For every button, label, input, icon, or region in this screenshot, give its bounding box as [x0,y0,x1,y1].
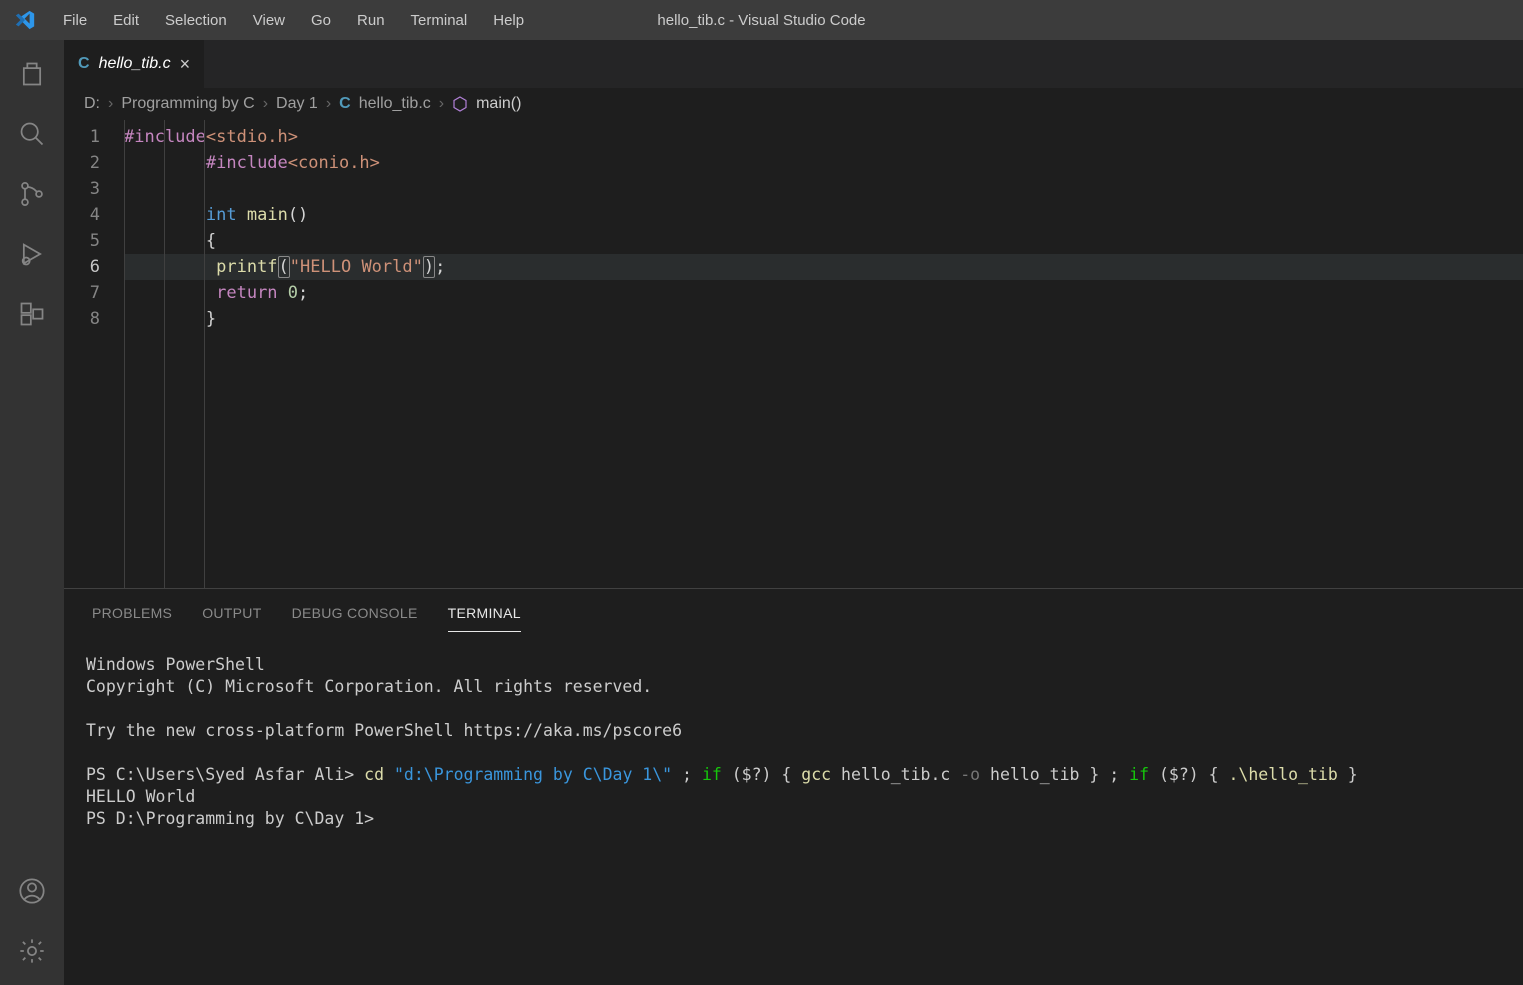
run-debug-icon[interactable] [16,238,48,270]
window-title: hello_tib.c - Visual Studio Code [657,12,865,29]
line-number: 8 [64,306,100,332]
chevron-right-icon: › [263,95,268,113]
close-tab-icon[interactable]: × [180,54,191,75]
accounts-icon[interactable] [16,875,48,907]
line-number: 3 [64,176,100,202]
menu-help[interactable]: Help [480,0,537,40]
line-number: 2 [64,150,100,176]
main-menu: File Edit Selection View Go Run Terminal… [50,0,537,40]
line-gutter: 1 2 3 4 5 6 7 8 [64,120,124,588]
bottom-panel: PROBLEMS OUTPUT DEBUG CONSOLE TERMINAL W… [64,588,1523,985]
activity-bar [0,40,64,985]
extensions-icon[interactable] [16,298,48,330]
tab-filename: hello_tib.c [99,55,171,73]
panel-tabs: PROBLEMS OUTPUT DEBUG CONSOLE TERMINAL [64,589,1523,632]
search-icon[interactable] [16,118,48,150]
menu-terminal[interactable]: Terminal [398,0,481,40]
line-number: 7 [64,280,100,306]
symbol-method-icon [452,96,468,112]
code-editor[interactable]: 1 2 3 4 5 6 7 8 #include<stdio.h> #inclu… [64,120,1523,588]
chevron-right-icon: › [108,95,113,113]
code-content[interactable]: #include<stdio.h> #include<conio.h> int … [124,120,1523,588]
c-lang-icon: C [339,95,351,113]
settings-gear-icon[interactable] [16,935,48,967]
tab-terminal[interactable]: TERMINAL [448,605,521,632]
terminal-output[interactable]: Windows PowerShell Copyright (C) Microso… [64,632,1523,985]
chevron-right-icon: › [439,95,444,113]
tab-debug-console[interactable]: DEBUG CONSOLE [292,605,418,632]
c-lang-icon: C [78,55,90,73]
breadcrumb-file[interactable]: hello_tib.c [359,95,431,113]
tab-hello-tib[interactable]: C hello_tib.c × [64,40,204,88]
chevron-right-icon: › [326,95,331,113]
breadcrumb[interactable]: D: › Programming by C › Day 1 › C hello_… [64,88,1523,120]
menu-run[interactable]: Run [344,0,398,40]
line-number: 4 [64,202,100,228]
tab-problems[interactable]: PROBLEMS [92,605,172,632]
vscode-logo-icon [0,9,50,31]
menu-selection[interactable]: Selection [152,0,240,40]
menu-view[interactable]: View [240,0,298,40]
editor-area: C hello_tib.c × D: › Programming by C › … [64,40,1523,985]
breadcrumb-drive[interactable]: D: [84,95,100,113]
line-number: 1 [64,124,100,150]
line-number: 6 [64,254,100,280]
title-bar: File Edit Selection View Go Run Terminal… [0,0,1523,40]
source-control-icon[interactable] [16,178,48,210]
menu-go[interactable]: Go [298,0,344,40]
editor-tabs: C hello_tib.c × [64,40,1523,88]
breadcrumb-folder1[interactable]: Programming by C [121,95,254,113]
menu-file[interactable]: File [50,0,100,40]
explorer-icon[interactable] [16,58,48,90]
tab-output[interactable]: OUTPUT [202,605,261,632]
breadcrumb-folder2[interactable]: Day 1 [276,95,318,113]
menu-edit[interactable]: Edit [100,0,152,40]
breadcrumb-symbol[interactable]: main() [476,95,521,113]
line-number: 5 [64,228,100,254]
